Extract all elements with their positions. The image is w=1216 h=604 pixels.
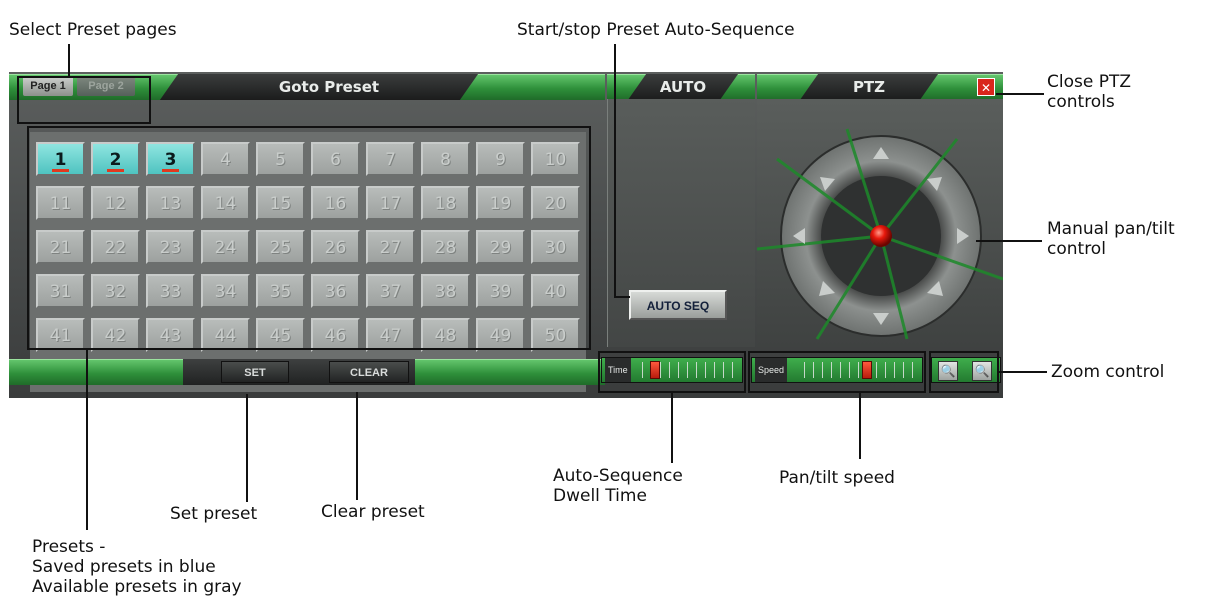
callout-manual-pan-tilt: Manual pan/tilt control	[1047, 219, 1175, 259]
close-icon[interactable]: ✕	[977, 78, 995, 96]
auto-seq-button[interactable]: AUTO SEQ	[629, 290, 727, 320]
leader-select-pages-v	[68, 44, 70, 78]
leader-presets	[86, 350, 88, 530]
highlight-page-tabs	[17, 76, 151, 124]
auto-title: AUTO	[659, 78, 707, 96]
callout-zoom-control: Zoom control	[1051, 362, 1165, 382]
highlight-speed	[748, 351, 926, 393]
leader-dwell-time	[671, 393, 673, 463]
callout-presets: Presets - Saved presets in blue Availabl…	[32, 537, 242, 597]
leader-zoom	[999, 371, 1047, 373]
leader-manual-pan-tilt	[976, 240, 1042, 242]
footer-bar-right	[415, 359, 605, 385]
highlight-zoom	[929, 351, 999, 393]
set-button[interactable]: SET	[221, 361, 289, 383]
callout-close-ptz: Close PTZ controls	[1047, 72, 1131, 112]
ptz-panel	[757, 99, 1003, 347]
callout-set-preset: Set preset	[170, 504, 258, 524]
callout-dwell-time: Auto-Sequence Dwell Time	[553, 466, 683, 506]
clear-button[interactable]: CLEAR	[329, 361, 409, 383]
callout-pan-tilt-speed: Pan/tilt speed	[779, 468, 895, 488]
footer-bar-left	[9, 359, 183, 385]
leader-auto-seq-v	[614, 44, 616, 298]
leader-auto-seq-foot	[614, 296, 630, 298]
pan-tilt-joystick[interactable]	[757, 99, 1003, 347]
highlight-preset-grid	[27, 126, 591, 350]
leader-set	[246, 394, 248, 502]
callout-select-preset-pages: Select Preset pages	[9, 20, 177, 40]
callout-start-stop-auto-sequence: Start/stop Preset Auto-Sequence	[517, 20, 795, 40]
leader-close-ptz	[996, 93, 1044, 95]
leader-speed	[859, 393, 861, 459]
callout-clear-preset: Clear preset	[321, 502, 425, 522]
leader-clear	[356, 392, 358, 500]
highlight-dwell-time	[598, 351, 746, 393]
goto-preset-title: Goto Preset	[278, 78, 380, 96]
ptz-title: PTZ	[852, 78, 886, 96]
